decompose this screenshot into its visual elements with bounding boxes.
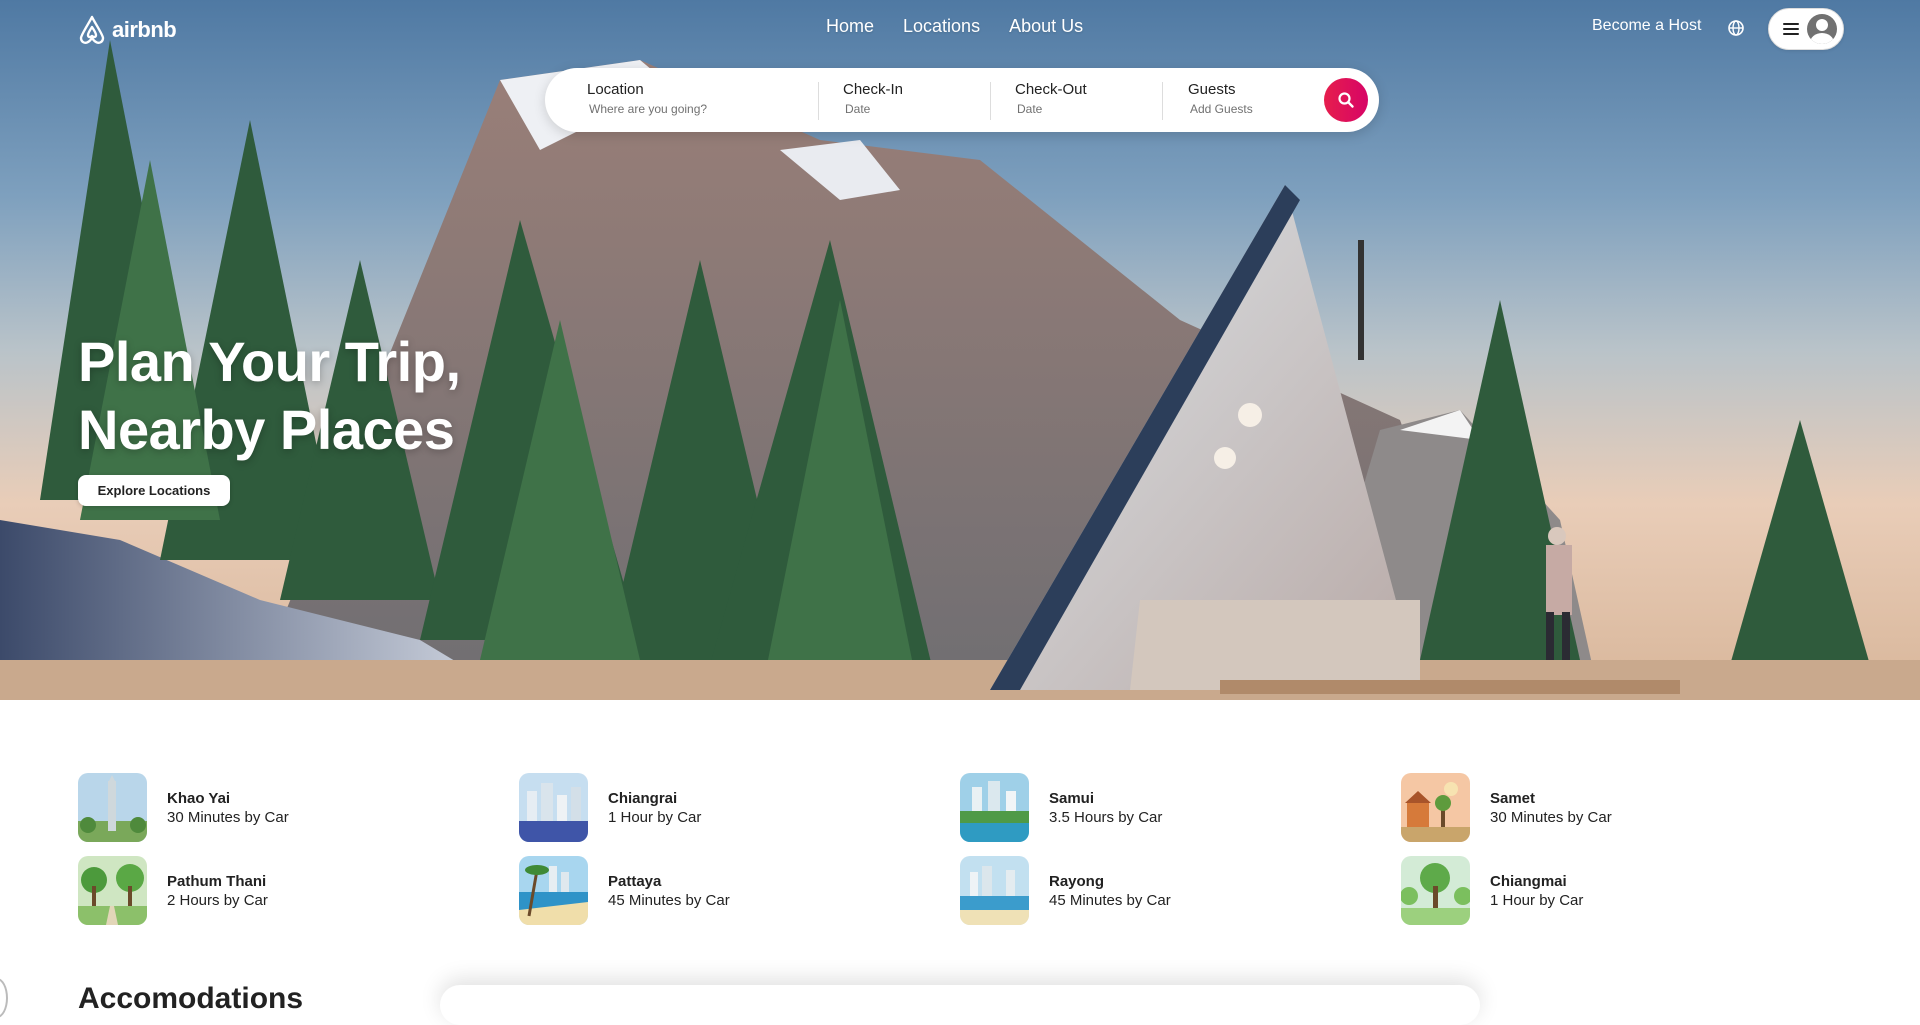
chiangmai-thumbnail (1401, 856, 1470, 925)
location-label: Location (587, 81, 644, 98)
user-menu-button[interactable] (1768, 8, 1844, 50)
guests-value: Add Guests (1190, 102, 1253, 116)
globe-icon[interactable] (1726, 18, 1746, 38)
hero-title-line-1: Plan Your Trip, (78, 330, 461, 393)
nearby-name: Rayong (1049, 872, 1105, 890)
nearby-time: 2 Hours by Car (167, 891, 268, 909)
search-divider (990, 82, 991, 120)
nearby-name: Chiangmai (1490, 872, 1567, 890)
pathum-thani-thumbnail (78, 856, 147, 925)
explore-locations-button[interactable]: Explore Locations (78, 475, 230, 506)
nearby-item-pattaya[interactable]: Pattaya 45 Minutes by Car (519, 856, 899, 925)
user-avatar-icon (1807, 14, 1837, 44)
nearby-time: 1 Hour by Car (608, 808, 702, 826)
chiangrai-thumbnail (519, 773, 588, 842)
checkin-field[interactable]: Check-In Date (843, 68, 983, 132)
carousel-edge-control[interactable] (0, 978, 8, 1018)
nearby-time: 30 Minutes by Car (167, 808, 289, 826)
nearby-time: 30 Minutes by Car (1490, 808, 1612, 826)
checkout-value: Date (1017, 102, 1043, 116)
checkout-label: Check-Out (1015, 81, 1087, 98)
nearby-name: Pattaya (608, 872, 662, 890)
nearby-item-chiangrai[interactable]: Chiangrai 1 Hour by Car (519, 773, 899, 842)
location-placeholder: Where are you going? (589, 102, 708, 116)
nav-home[interactable]: Home (826, 16, 874, 37)
nearby-name: Samet (1490, 789, 1536, 807)
checkin-value: Date (845, 102, 871, 116)
nearby-item-rayong[interactable]: Rayong 45 Minutes by Car (960, 856, 1340, 925)
main-nav: Home Locations About Us (826, 16, 1083, 37)
nearby-name: Pathum Thani (167, 872, 267, 890)
rayong-thumbnail (960, 856, 1029, 925)
nearby-time: 45 Minutes by Car (1049, 891, 1171, 909)
hero-title: Plan Your Trip, Nearby Places (78, 328, 461, 464)
nearby-time: 1 Hour by Car (1490, 891, 1584, 909)
nearby-name: Khao Yai (167, 789, 231, 807)
pattaya-thumbnail (519, 856, 588, 925)
logo-text: airbnb (112, 17, 177, 42)
checkin-label: Check-In (843, 81, 904, 98)
search-button[interactable] (1324, 78, 1368, 122)
hero-title-line-2: Nearby Places (78, 398, 455, 461)
nearby-item-samui[interactable]: Samui 3.5 Hours by Car (960, 773, 1340, 842)
nearby-name: Samui (1049, 789, 1095, 807)
nearby-time: 45 Minutes by Car (608, 891, 730, 909)
checkout-field[interactable]: Check-Out Date (1015, 68, 1155, 132)
guests-field[interactable]: Guests Add Guests (1188, 68, 1308, 132)
guests-label: Guests (1188, 81, 1236, 98)
search-divider (1162, 82, 1163, 120)
samui-thumbnail (960, 773, 1029, 842)
search-icon (1338, 92, 1354, 108)
nearby-item-pathum-thani[interactable]: Pathum Thani 2 Hours by Car (78, 856, 458, 925)
accommodations-heading: Accomodations (78, 982, 304, 1015)
location-field[interactable]: Location Where are you going? (587, 68, 787, 132)
nearby-item-samet[interactable]: Samet 30 Minutes by Car (1401, 773, 1781, 842)
nearby-time: 3.5 Hours by Car (1049, 808, 1163, 826)
hamburger-icon (1783, 23, 1799, 35)
airbnb-logo[interactable]: airbnb (78, 14, 177, 46)
airbnb-logo-icon (79, 15, 105, 44)
accommodations-card-edge (440, 985, 1480, 1025)
nearby-item-khao-yai[interactable]: Khao Yai 30 Minutes by Car (78, 773, 458, 842)
hero-banner: airbnb Home Locations About Us Become a … (0, 0, 1920, 700)
samet-thumbnail (1401, 773, 1470, 842)
nearby-places-grid: Khao Yai 30 Minutes by Car Chiangrai 1 H… (78, 773, 1842, 927)
khao-yai-thumbnail (78, 773, 147, 842)
nav-locations[interactable]: Locations (903, 16, 980, 37)
nearby-item-chiangmai[interactable]: Chiangmai 1 Hour by Car (1401, 856, 1781, 925)
search-bar: Location Where are you going? Check-In D… (545, 68, 1379, 132)
search-divider (818, 82, 819, 120)
become-host-link[interactable]: Become a Host (1592, 17, 1701, 35)
nearby-name: Chiangrai (608, 789, 678, 807)
nav-about-us[interactable]: About Us (1009, 16, 1083, 37)
